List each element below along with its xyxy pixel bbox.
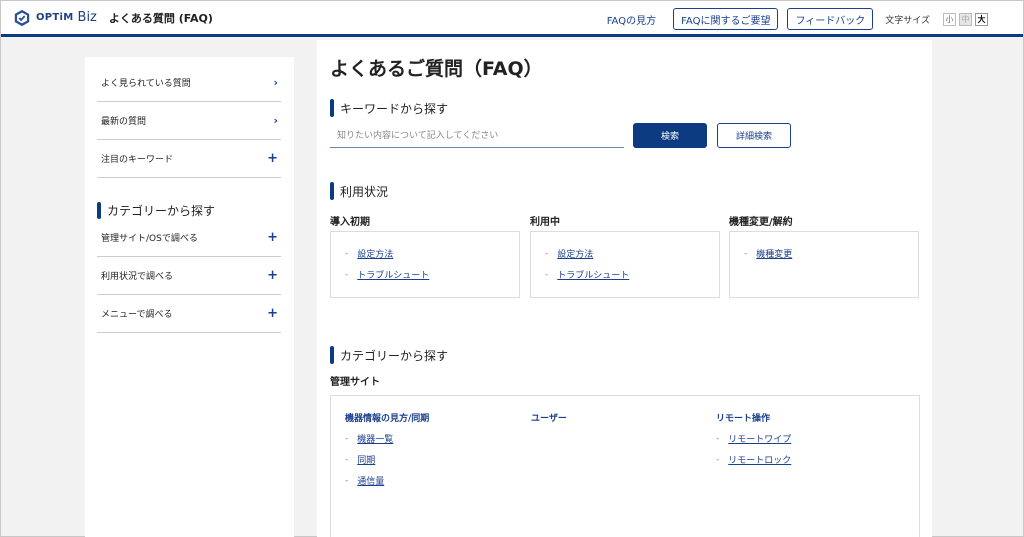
- remote-lock-link[interactable]: リモートロック: [728, 453, 791, 466]
- category-section-heading: カテゴリーから探す: [330, 346, 448, 364]
- logo-biz-text: Biz: [77, 10, 97, 25]
- list-item: - トラブルシュート: [345, 268, 430, 282]
- sidebar-item-usage[interactable]: 利用状況で調べる +: [97, 257, 281, 295]
- faq-guide-link[interactable]: FAQの見方: [607, 12, 656, 27]
- chevron-right-icon: ›: [273, 114, 278, 127]
- category-column-title[interactable]: ユーザー: [531, 411, 567, 424]
- usage-box-initial: - 設定方法 - トラブルシュート: [330, 231, 520, 298]
- usage-box-inuse: - 設定方法 - トラブルシュート: [530, 231, 720, 298]
- list-item: - トラブルシュート: [545, 268, 630, 282]
- search-button[interactable]: 検索: [633, 123, 707, 148]
- list-item: - 機種変更: [744, 247, 793, 261]
- setup-link[interactable]: 設定方法: [357, 247, 393, 260]
- page-title: よくあるご質問（FAQ）: [330, 58, 543, 80]
- font-size-small-button[interactable]: 小: [943, 12, 956, 26]
- sidebar: よく見られている質問 › 最新の質問 › 注目のキーワード + カテゴリーから探…: [85, 57, 294, 537]
- heading-bar-icon: [330, 99, 334, 117]
- sync-link[interactable]: 同期: [357, 453, 375, 466]
- category-subtitle: 管理サイト: [330, 377, 380, 388]
- plus-icon: +: [267, 151, 278, 166]
- sidebar-item-label: 利用状況で調べる: [101, 272, 174, 282]
- usage-box-device-change: - 機種変更: [729, 231, 919, 298]
- top-header: OPTiM Biz よくある質問 (FAQ) FAQの見方 FAQに関するご要望…: [1, 1, 1023, 37]
- setup-link[interactable]: 設定方法: [557, 247, 593, 260]
- sidebar-item-keywords[interactable]: 注目のキーワード +: [97, 140, 281, 178]
- faq-request-button[interactable]: FAQに関するご要望: [673, 8, 779, 30]
- keyword-heading-text: キーワードから探す: [340, 101, 449, 116]
- device-list-link[interactable]: 機器一覧: [357, 432, 393, 445]
- sidebar-item-label: 注目のキーワード: [101, 155, 174, 165]
- main-content: よくあるご質問（FAQ） キーワードから探す 検索 詳細検索 利用状況 導入初期…: [317, 40, 932, 537]
- data-usage-link[interactable]: 通信量: [357, 474, 384, 487]
- list-item: - 機器一覧: [345, 432, 394, 446]
- sidebar-item-label: メニューで調べる: [101, 310, 173, 320]
- optim-biz-logo[interactable]: OPTiM Biz: [13, 9, 97, 27]
- list-item: - 設定方法: [345, 247, 394, 261]
- list-item: - 通信量: [345, 474, 385, 488]
- usage-section-heading: 利用状況: [330, 182, 388, 200]
- feedback-button[interactable]: フィードバック: [787, 8, 874, 30]
- list-item: - 設定方法: [545, 247, 594, 261]
- plus-icon: +: [267, 268, 278, 283]
- sidebar-category-list: 管理サイト/OSで調べる + 利用状況で調べる + メニューで調べる +: [97, 219, 281, 333]
- sidebar-item-label: 最新の質問: [101, 117, 147, 127]
- site-title: よくある質問 (FAQ): [108, 11, 213, 25]
- font-size-medium-button[interactable]: 中: [959, 12, 972, 26]
- sidebar-category-heading: カテゴリーから探す: [97, 202, 215, 219]
- heading-bar-icon: [330, 182, 334, 200]
- logo-optim-text: OPTiM: [36, 12, 74, 23]
- sidebar-item-menu[interactable]: メニューで調べる +: [97, 295, 281, 333]
- header-actions: FAQの見方 FAQに関するご要望 フィードバック 文字サイズ 小 中 大: [607, 8, 988, 30]
- troubleshoot-link[interactable]: トラブルシュート: [357, 268, 429, 281]
- usage-heading-text: 利用状況: [340, 184, 389, 199]
- sidebar-item-popular[interactable]: よく見られている質問 ›: [97, 64, 281, 102]
- sidebar-item-latest[interactable]: 最新の質問 ›: [97, 102, 281, 140]
- usage-column-title: 導入初期: [330, 217, 370, 228]
- usage-column-title: 機種変更/解約: [729, 217, 793, 228]
- remote-wipe-link[interactable]: リモートワイプ: [728, 432, 791, 445]
- sidebar-item-label: よく見られている質問: [101, 79, 191, 89]
- font-size-large-button[interactable]: 大: [975, 12, 988, 26]
- optim-shield-icon: [14, 9, 30, 26]
- font-size-label: 文字サイズ: [885, 15, 930, 26]
- category-column-title[interactable]: 機器情報の見方/同期: [345, 411, 429, 424]
- list-item: - リモートロック: [716, 453, 792, 467]
- device-change-link[interactable]: 機種変更: [756, 247, 792, 260]
- sidebar-category-heading-text: カテゴリーから探す: [107, 204, 216, 218]
- sidebar-item-label: 管理サイト/OSで調べる: [101, 234, 198, 244]
- plus-icon: +: [267, 306, 278, 321]
- heading-bar-icon: [330, 346, 334, 364]
- heading-bar-icon: [97, 202, 101, 219]
- plus-icon: +: [267, 230, 278, 245]
- search-input[interactable]: [330, 124, 624, 148]
- category-column-title[interactable]: リモート操作: [716, 411, 770, 424]
- sidebar-quick-list: よく見られている質問 › 最新の質問 › 注目のキーワード +: [97, 64, 281, 178]
- category-heading-text: カテゴリーから探す: [340, 348, 449, 363]
- troubleshoot-link[interactable]: トラブルシュート: [557, 268, 629, 281]
- usage-column-title: 利用中: [530, 217, 560, 228]
- sidebar-item-site-os[interactable]: 管理サイト/OSで調べる +: [97, 219, 281, 257]
- category-box-admin-site: 機器情報の見方/同期 ユーザー リモート操作 - 機器一覧 - 同期 - 通信量…: [330, 395, 920, 537]
- chevron-right-icon: ›: [273, 76, 278, 89]
- list-item: - リモートワイプ: [716, 432, 792, 446]
- advanced-search-button[interactable]: 詳細検索: [717, 123, 791, 148]
- keyword-section-heading: キーワードから探す: [330, 99, 448, 117]
- list-item: - 同期: [345, 453, 376, 467]
